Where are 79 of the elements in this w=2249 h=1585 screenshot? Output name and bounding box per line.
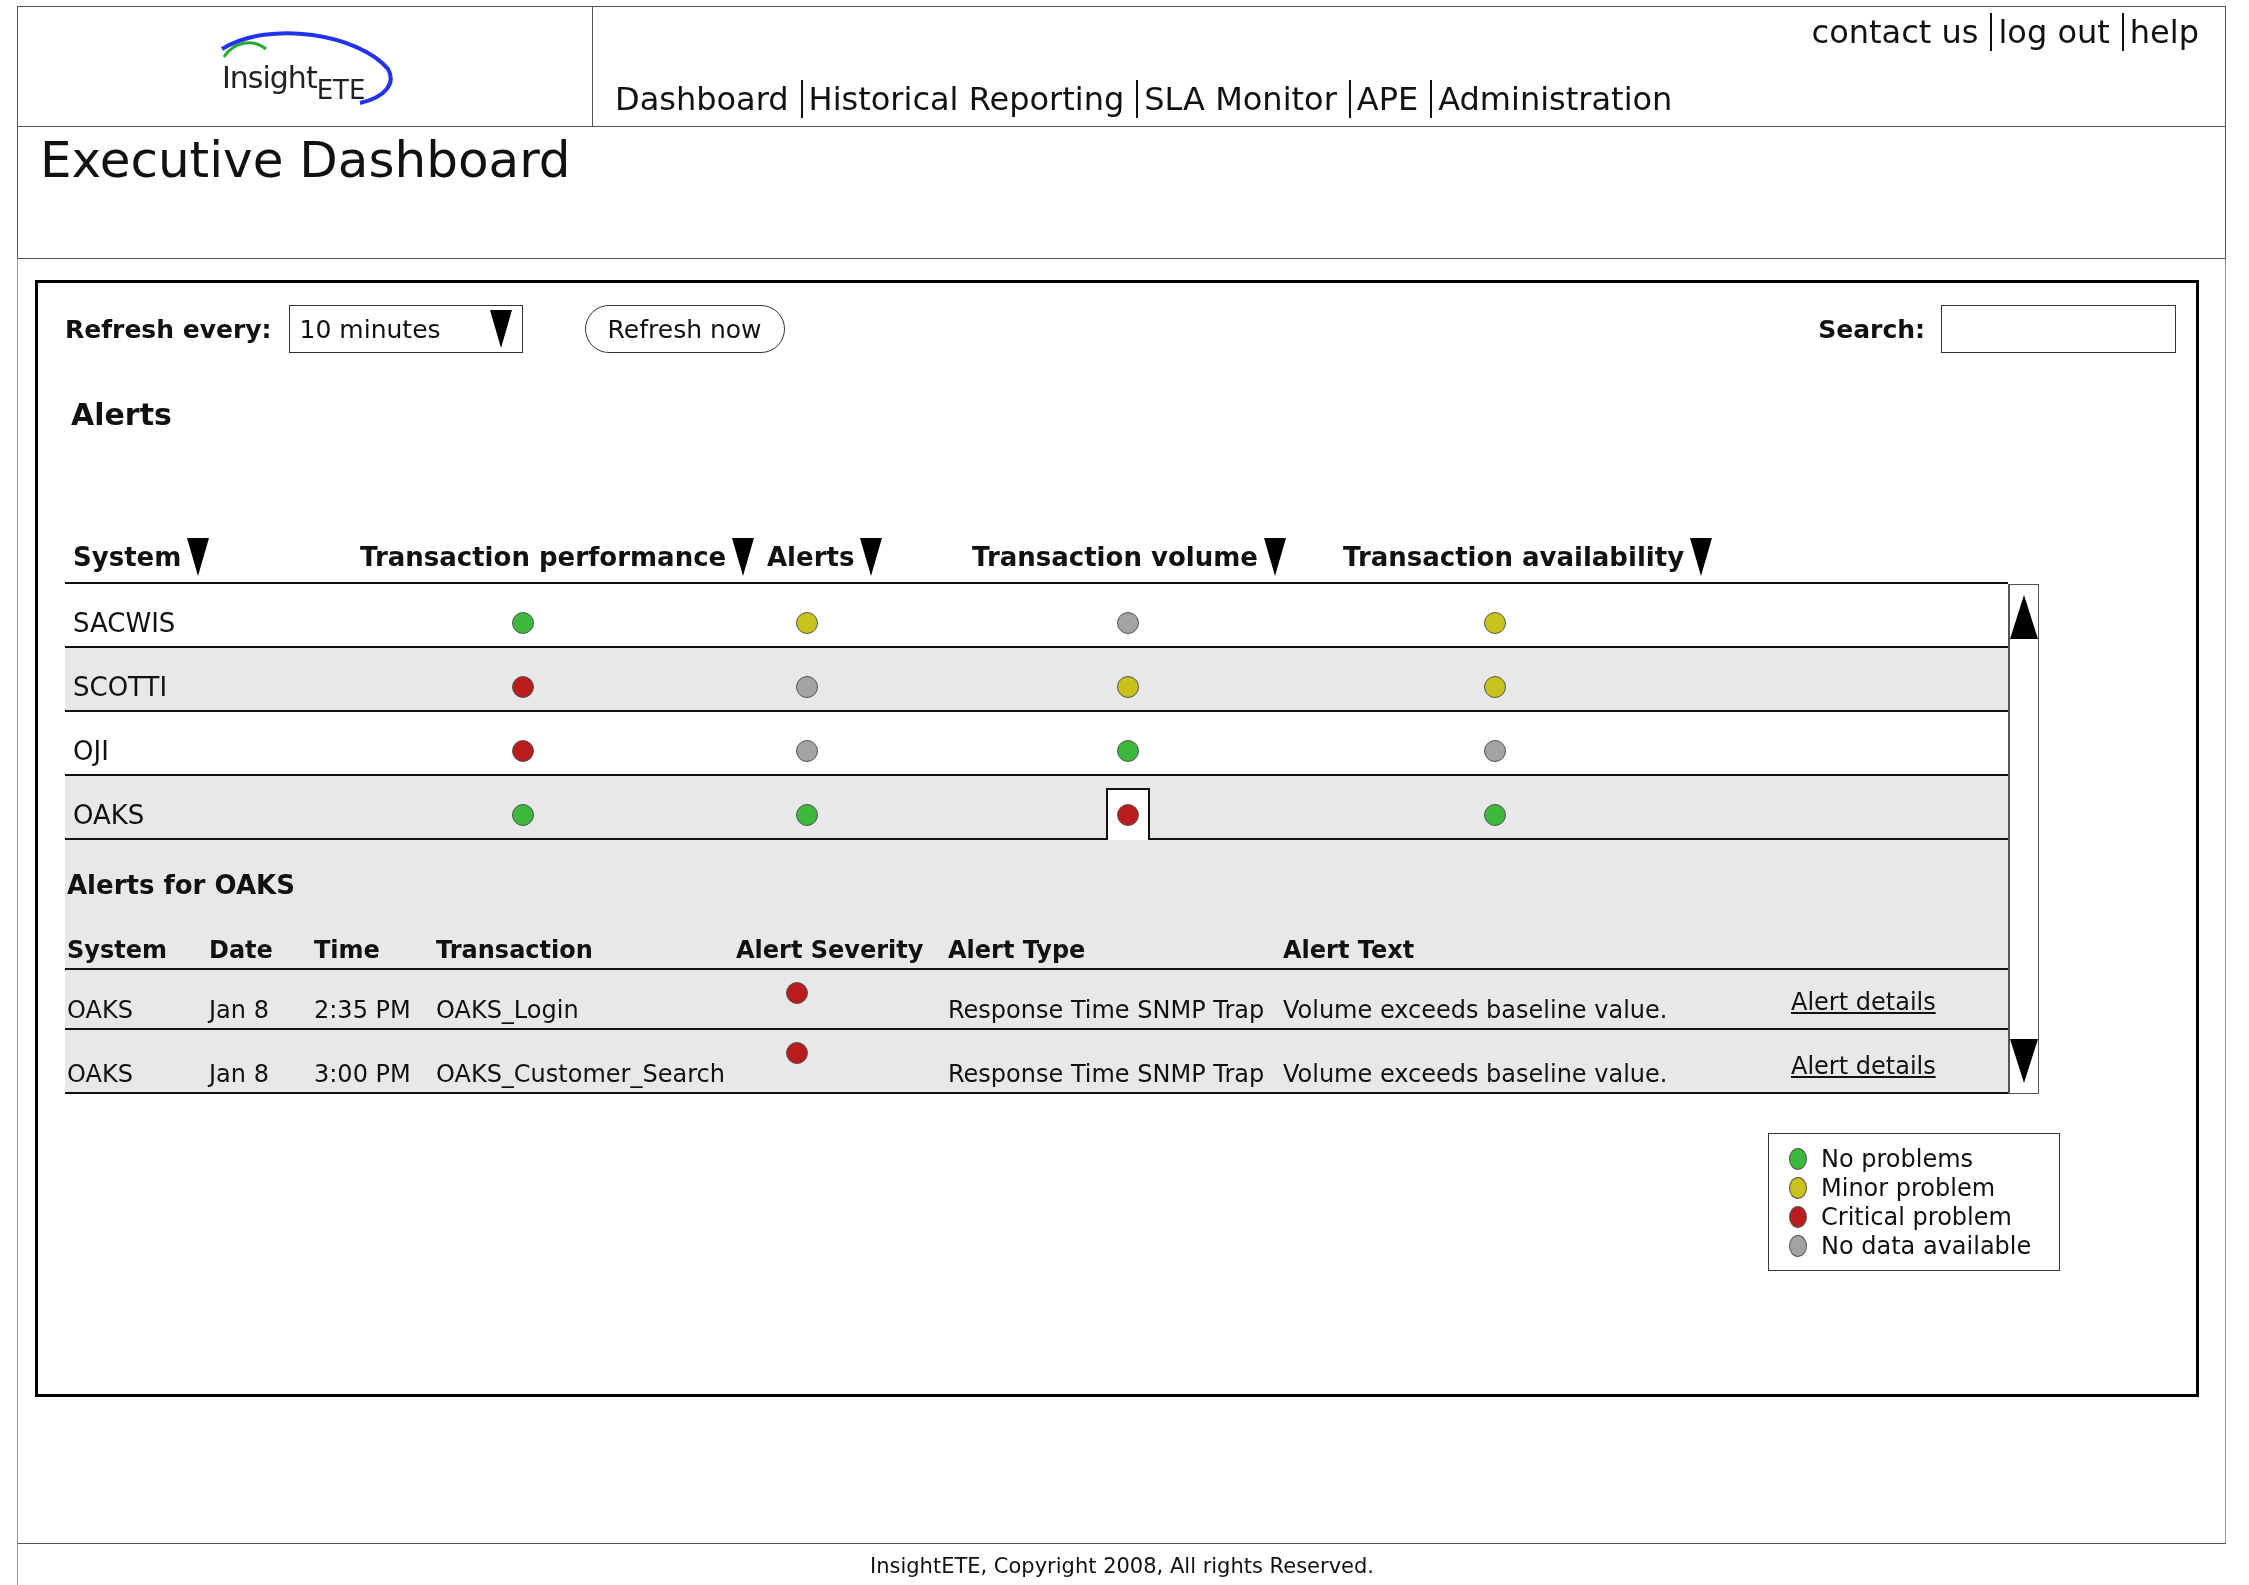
column-header: Alert Type (948, 936, 1086, 966)
refresh-now-button[interactable]: Refresh now (584, 305, 785, 353)
status-dot[interactable] (1484, 676, 1506, 698)
refresh-label: Refresh every: (65, 314, 272, 344)
table-cell-text: Response Time SNMP Trap (948, 1060, 1266, 1090)
table-row[interactable]: SCOTTI (65, 648, 2008, 712)
status-dot[interactable] (512, 804, 534, 826)
table-cell-text: OAKS_Customer_Search (436, 1060, 726, 1090)
utility-link[interactable]: log out (1990, 13, 2122, 52)
column-header: Date (209, 936, 273, 966)
nav-link[interactable]: Administration (1430, 79, 1685, 118)
alert-details-link[interactable]: Alert details (1791, 1052, 1936, 1092)
status-dot[interactable] (796, 612, 818, 634)
nav-link[interactable]: SLA Monitor (1136, 79, 1349, 118)
scroll-up-icon[interactable] (2010, 595, 2038, 639)
status-dot[interactable] (1117, 612, 1139, 634)
table-cell-text: OAKS (67, 1060, 134, 1090)
table-row[interactable]: OAKS (65, 776, 2008, 840)
table-cell-text: 3:00 PM (314, 1060, 412, 1090)
status-dot[interactable] (512, 676, 534, 698)
refresh-interval-dropdown[interactable]: 10 minutes (288, 305, 523, 353)
table-cell-text: OAKS_Login (436, 996, 580, 1026)
table-cell-text: Jan 8 (209, 1060, 270, 1090)
status-dot[interactable] (1117, 804, 1139, 826)
caret-down-icon[interactable] (1263, 538, 1286, 576)
column-header: Transaction volume (972, 542, 1258, 572)
page-title: Executive Dashboard (40, 131, 571, 189)
system-name[interactable]: SCOTTI (73, 672, 168, 710)
search-field[interactable] (1941, 305, 2176, 353)
system-name[interactable]: OJI (73, 736, 109, 774)
system-name[interactable]: SACWIS (73, 608, 176, 646)
section-title: Alerts (71, 397, 172, 432)
column-header: Alert Severity (736, 936, 924, 966)
legend-label: Critical problem (1821, 1202, 2012, 1231)
table-cell-text: OAKS (67, 996, 134, 1026)
table-cell-text: Jan 8 (209, 996, 270, 1026)
scroll-down-icon[interactable] (2010, 1039, 2038, 1083)
legend-label: No problems (1821, 1144, 1974, 1173)
caret-down-icon (489, 310, 512, 348)
table-cell-text: Volume exceeds baseline value. (1283, 996, 1669, 1026)
nav-link[interactable]: Historical Reporting (800, 79, 1137, 118)
column-header: Transaction availability (1343, 542, 1685, 572)
alert-details-link[interactable]: Alert details (1791, 988, 1936, 1028)
status-dot[interactable] (796, 804, 818, 826)
utility-link[interactable]: contact us (1811, 13, 1991, 52)
column-header: Transaction (436, 936, 593, 966)
scrollbar[interactable] (2008, 584, 2039, 1094)
status-dot[interactable] (796, 676, 818, 698)
column-header: System (73, 542, 182, 572)
copyright-text: InsightETE, Copyright 2008, All rights Reserved. (870, 1553, 1374, 1578)
caret-down-icon[interactable] (1690, 538, 1713, 576)
utility-link[interactable]: help (2121, 13, 2211, 52)
table-cell-text: Response Time SNMP Trap (948, 996, 1266, 1026)
legend-label: Minor problem (1821, 1173, 1996, 1202)
nav-link[interactable]: APE (1348, 79, 1431, 118)
column-header: Alerts (767, 542, 855, 572)
details-title: Alerts for OAKS (67, 870, 295, 900)
table-cell-text: Volume exceeds baseline value. (1283, 1060, 1669, 1090)
legend-label: No data available (1821, 1231, 2032, 1260)
status-dot[interactable] (796, 740, 818, 762)
status-dot[interactable] (1117, 740, 1139, 762)
system-name[interactable]: OAKS (73, 800, 145, 838)
status-dot[interactable] (1484, 740, 1506, 762)
caret-down-icon[interactable] (187, 538, 210, 576)
status-cell[interactable] (1106, 788, 1150, 840)
column-header: Transaction performance (360, 542, 727, 572)
column-header: Time (314, 936, 380, 966)
nav-link[interactable]: Dashboard (615, 79, 801, 118)
table-cell-text: 2:35 PM (314, 996, 412, 1026)
status-dot[interactable] (512, 612, 534, 634)
status-dot[interactable] (1117, 676, 1139, 698)
column-header: System (67, 936, 167, 966)
search-label: Search: (1818, 314, 1925, 344)
status-dot[interactable] (1484, 804, 1506, 826)
status-dot[interactable] (512, 740, 534, 762)
caret-down-icon[interactable] (860, 538, 883, 576)
column-header: Alert Text (1283, 936, 1415, 966)
caret-down-icon[interactable] (732, 538, 755, 576)
status-dot[interactable] (1484, 612, 1506, 634)
